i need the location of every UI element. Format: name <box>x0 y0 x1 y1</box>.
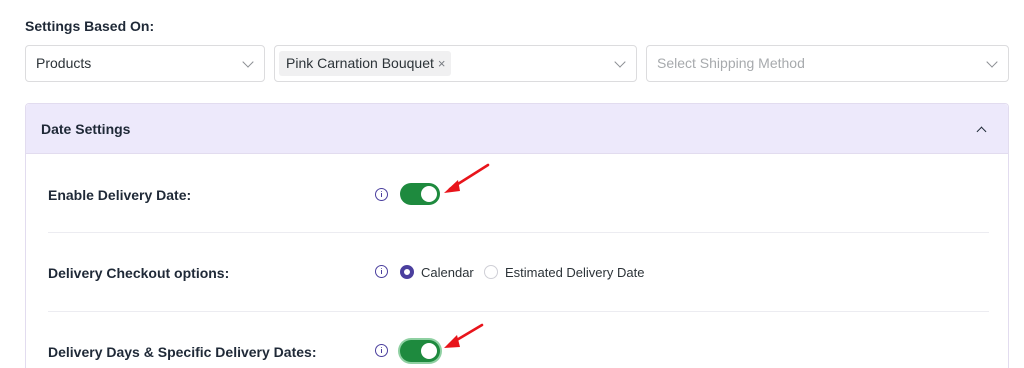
settings-based-on-label: Settings Based On: <box>25 18 155 34</box>
chevron-down-icon <box>614 56 626 68</box>
product-select[interactable]: Pink Carnation Bouquet × <box>274 45 637 82</box>
row-divider <box>48 232 989 233</box>
chevron-down-icon <box>986 56 998 68</box>
delivery-checkout-options-label: Delivery Checkout options: <box>48 265 230 281</box>
info-icon[interactable] <box>375 188 388 201</box>
enable-delivery-date-label: Enable Delivery Date: <box>48 187 192 203</box>
info-icon[interactable] <box>375 344 388 357</box>
shipping-method-select[interactable]: Select Shipping Method <box>646 45 1009 82</box>
product-tag: Pink Carnation Bouquet × <box>279 51 452 76</box>
settings-type-value: Products <box>36 55 92 71</box>
date-settings-title: Date Settings <box>41 121 131 137</box>
delivery-days-specific-dates-toggle[interactable] <box>400 340 440 362</box>
annotation-arrow-icon <box>444 323 484 348</box>
toggle-knob <box>421 186 437 202</box>
chevron-up-icon[interactable] <box>976 126 987 137</box>
row-divider <box>48 311 989 312</box>
remove-tag-icon[interactable]: × <box>438 51 446 76</box>
delivery-days-specific-dates-label: Delivery Days & Specific Delivery Dates: <box>48 344 317 360</box>
toggle-knob <box>421 343 437 359</box>
product-tag-label: Pink Carnation Bouquet <box>286 55 434 71</box>
calendar-radio[interactable] <box>400 265 414 279</box>
calendar-radio-label[interactable]: Calendar <box>421 265 474 280</box>
enable-delivery-date-toggle[interactable] <box>400 183 440 205</box>
info-icon[interactable] <box>375 265 388 278</box>
shipping-method-placeholder: Select Shipping Method <box>657 55 805 71</box>
settings-type-select[interactable]: Products <box>25 45 265 82</box>
estimated-delivery-date-radio-label[interactable]: Estimated Delivery Date <box>505 265 644 280</box>
date-settings-panel: Date Settings Enable Delivery Date: Deli… <box>25 103 1009 368</box>
estimated-delivery-date-radio[interactable] <box>484 265 498 279</box>
annotation-arrow-icon <box>444 163 490 193</box>
date-settings-header[interactable]: Date Settings <box>26 104 1008 154</box>
chevron-down-icon <box>242 56 254 68</box>
